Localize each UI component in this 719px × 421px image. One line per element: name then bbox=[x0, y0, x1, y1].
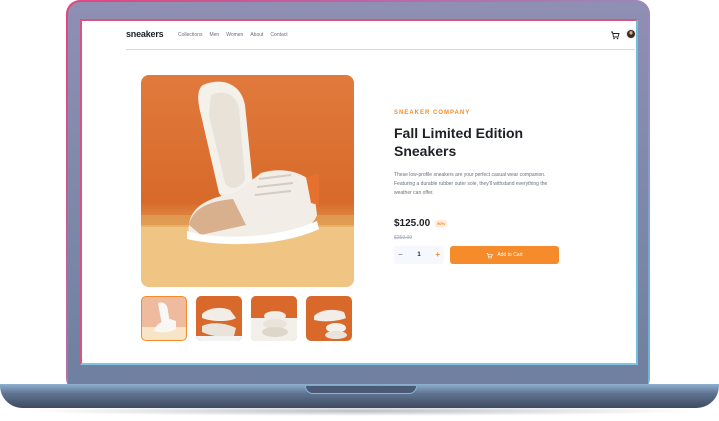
thumbnail-row bbox=[141, 296, 352, 341]
add-to-cart-label: Add to Cart bbox=[497, 252, 523, 258]
price-row: $125.00 50% bbox=[394, 218, 448, 229]
company-label: SNEAKER COMPANY bbox=[394, 110, 471, 116]
current-price: $125.00 bbox=[394, 218, 431, 229]
nav-link-about[interactable]: About bbox=[250, 32, 263, 38]
thumbnail-4[interactable] bbox=[306, 296, 352, 341]
thumbnail-1[interactable] bbox=[141, 296, 187, 341]
nav-link-collections[interactable]: Collections bbox=[178, 32, 202, 38]
product-title: Fall Limited Edition Sneakers bbox=[394, 125, 524, 159]
laptop-screen: sneakers Collections Men Women About Con… bbox=[80, 19, 638, 365]
thumbnail-3[interactable] bbox=[251, 296, 297, 341]
minus-icon[interactable]: − bbox=[398, 251, 403, 259]
nav-link-women[interactable]: Women bbox=[226, 32, 243, 38]
cart-icon[interactable] bbox=[610, 30, 620, 40]
cart-icon bbox=[487, 252, 494, 259]
site-logo[interactable]: sneakers bbox=[126, 29, 164, 39]
original-price: $250.00 bbox=[394, 235, 413, 241]
plus-icon[interactable]: + bbox=[435, 251, 440, 259]
laptop-notch bbox=[305, 386, 417, 394]
laptop-shadow bbox=[20, 406, 699, 416]
discount-badge: 50% bbox=[435, 220, 448, 227]
add-to-cart-button[interactable]: Add to Cart bbox=[450, 246, 559, 264]
nav-links: Collections Men Women About Contact bbox=[178, 32, 288, 38]
avatar[interactable] bbox=[626, 29, 636, 39]
product-description: These low-profile sneakers are your perf… bbox=[394, 172, 548, 196]
quantity-stepper: − 1 + bbox=[394, 246, 444, 264]
product-main-image[interactable] bbox=[141, 75, 354, 287]
thumbnail-2[interactable] bbox=[196, 296, 242, 341]
nav-link-men[interactable]: Men bbox=[209, 32, 219, 38]
quantity-value: 1 bbox=[417, 252, 421, 258]
site-header: sneakers Collections Men Women About Con… bbox=[126, 29, 636, 50]
sneaker-photo bbox=[141, 81, 354, 287]
nav-link-contact[interactable]: Contact bbox=[270, 32, 287, 38]
